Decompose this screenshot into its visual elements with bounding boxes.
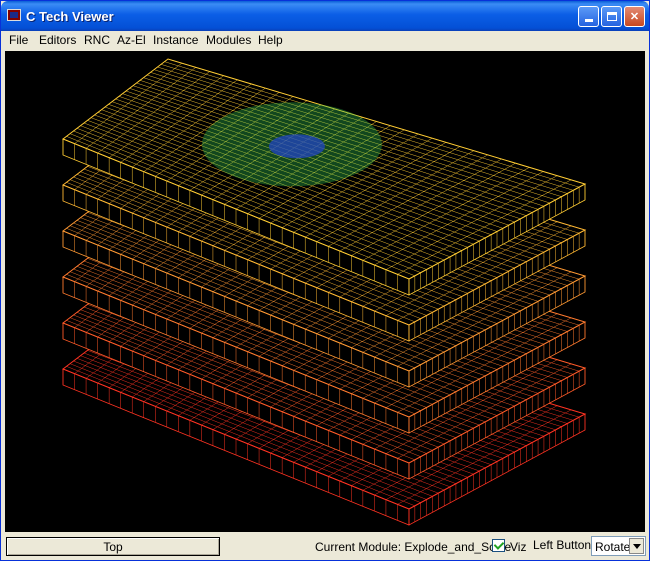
blue-region bbox=[268, 134, 325, 159]
maximize-icon bbox=[606, 12, 617, 21]
layered-mesh-render[interactable] bbox=[5, 51, 645, 532]
menu-bar: File Editors RNC Az-El Instance Modules … bbox=[2, 31, 648, 50]
window-title: C Tech Viewer bbox=[26, 9, 114, 24]
close-button[interactable]: ✕ bbox=[624, 6, 645, 27]
minimize-icon bbox=[584, 19, 593, 22]
status-bar: Top Current Module: Explode_and_Scale Vi… bbox=[2, 533, 648, 560]
close-icon: ✕ bbox=[629, 11, 640, 23]
top-view-button[interactable]: Top bbox=[6, 537, 220, 556]
minimize-button[interactable] bbox=[578, 6, 599, 27]
left-button-select[interactable]: Rotate bbox=[591, 536, 646, 556]
chevron-down-icon[interactable] bbox=[629, 538, 644, 554]
app-window: C Tech Viewer ✕ File Editors RNC Az-El I… bbox=[0, 0, 650, 561]
left-button-label: Left Button bbox=[533, 538, 592, 552]
viz-checkbox[interactable] bbox=[492, 539, 505, 552]
menu-editors[interactable]: Editors bbox=[39, 33, 76, 47]
title-bar[interactable]: C Tech Viewer ✕ bbox=[1, 1, 649, 31]
current-module-label: Current Module: Explode_and_Scale bbox=[315, 540, 512, 554]
menu-instance[interactable]: Instance bbox=[153, 33, 198, 47]
menu-help[interactable]: Help bbox=[258, 33, 283, 47]
menu-modules[interactable]: Modules bbox=[206, 33, 251, 47]
3d-viewport[interactable] bbox=[5, 51, 645, 532]
viz-label: Viz bbox=[510, 540, 527, 554]
menu-file[interactable]: File bbox=[9, 33, 28, 47]
app-icon[interactable] bbox=[7, 9, 21, 21]
left-button-select-value: Rotate bbox=[595, 540, 631, 554]
menu-az-el[interactable]: Az-El bbox=[117, 33, 146, 47]
maximize-button[interactable] bbox=[601, 6, 622, 27]
menu-rnc[interactable]: RNC bbox=[84, 33, 110, 47]
